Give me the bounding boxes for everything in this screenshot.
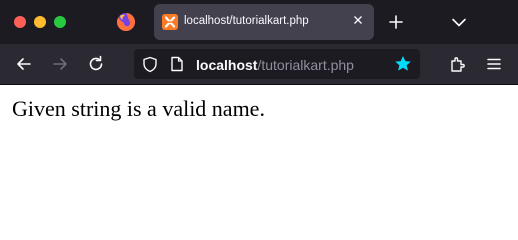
tab-title: localhost/tutorialkart.php <box>184 15 309 27</box>
xampp-icon <box>162 14 178 30</box>
title-bar: localhost/tutorialkart.php <box>0 0 518 44</box>
page-icon[interactable] <box>170 56 184 72</box>
firefox-icon[interactable] <box>116 12 136 32</box>
page-content: Given string is a valid name. <box>0 86 518 233</box>
result-message: Given string is a valid name. <box>12 96 265 121</box>
forward-arrow-icon[interactable] <box>50 54 70 74</box>
window-maximize-button[interactable] <box>54 16 66 28</box>
url-text[interactable]: localhost/tutorialkart.php <box>196 57 354 73</box>
url-host: localhost <box>196 57 258 73</box>
url-bar[interactable]: localhost/tutorialkart.php <box>134 49 420 79</box>
nav-toolbar: localhost/tutorialkart.php <box>0 44 518 85</box>
extensions-icon[interactable] <box>448 54 468 74</box>
reload-icon[interactable] <box>86 54 106 74</box>
plus-icon[interactable] <box>386 12 406 32</box>
close-icon[interactable] <box>350 12 366 28</box>
window-close-button[interactable] <box>14 16 26 28</box>
star-icon[interactable] <box>394 55 412 73</box>
url-path: /tutorialkart.php <box>257 57 354 73</box>
hamburger-menu-icon[interactable] <box>484 54 504 74</box>
window-minimize-button[interactable] <box>34 16 46 28</box>
shield-icon[interactable] <box>142 56 158 73</box>
back-arrow-icon[interactable] <box>14 54 34 74</box>
chevron-down-icon[interactable] <box>450 12 468 32</box>
tab-active[interactable]: localhost/tutorialkart.php <box>154 4 374 40</box>
